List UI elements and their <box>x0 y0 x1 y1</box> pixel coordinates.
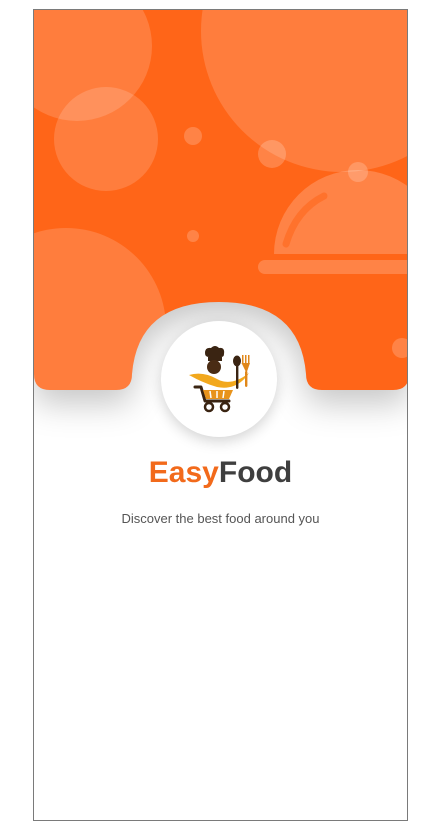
app-name: EasyFood <box>34 455 407 491</box>
food-cart-chef-logo-icon <box>189 346 250 413</box>
bubble-decoration <box>187 230 199 242</box>
app-name-second: Food <box>218 456 293 489</box>
bubble-decoration <box>258 140 286 168</box>
app-tagline: Discover the best food around you <box>121 511 320 526</box>
bubble-decoration <box>184 127 202 145</box>
logo-badge <box>161 321 277 437</box>
bubble-decoration <box>54 87 158 191</box>
splash-screen: EasyFood Discover the best food around y… <box>33 9 408 821</box>
app-name-first: Easy <box>148 456 219 489</box>
